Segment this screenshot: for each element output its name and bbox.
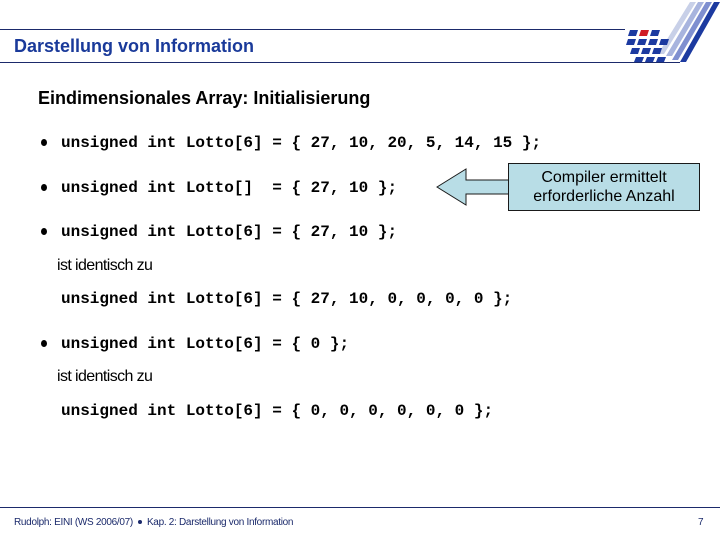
- code-line-3: unsigned int Lotto[6] = { 27, 10 };: [61, 223, 398, 241]
- code-line-1: unsigned int Lotto[6] = { 27, 10, 20, 5,…: [61, 134, 542, 152]
- callout-line-2: erforderliche Anzahl: [533, 188, 675, 205]
- code-line-4: unsigned int Lotto[6] = { 27, 10, 0, 0, …: [61, 290, 513, 308]
- university-logo-icon: [626, 2, 720, 62]
- footer-chapter: Kap. 2: Darstellung von Information: [146, 517, 294, 528]
- left-arrow-icon: [436, 168, 510, 206]
- footer-text: Rudolph: EINI (WS 2006/07) Kap. 2: Darste…: [14, 517, 294, 528]
- equivalence-note-2: ist identisch zu: [57, 368, 153, 385]
- header-top-rule: [0, 29, 625, 30]
- compiler-callout: Compiler ermittelt erforderliche Anzahl: [508, 163, 700, 211]
- code-line-6: unsigned int Lotto[6] = { 0, 0, 0, 0, 0,…: [61, 402, 494, 420]
- slide-subtitle: Eindimensionales Array: Initialisierung: [38, 88, 371, 108]
- logo-grid: [626, 30, 669, 62]
- code-line-2: unsigned int Lotto[] = { 27, 10 };: [61, 179, 398, 197]
- footer-rule: [0, 507, 720, 508]
- bullet-icon: [41, 228, 47, 235]
- slide-header-title: Darstellung von Information: [14, 36, 255, 56]
- equivalence-note-1: ist identisch zu: [57, 257, 153, 274]
- footer-author-course: Rudolph: EINI (WS 2006/07): [14, 517, 133, 528]
- page-number: 7: [698, 517, 704, 528]
- logo-stripes: [658, 2, 720, 62]
- bullet-icon: [41, 139, 47, 146]
- footer-separator-dot: [137, 520, 142, 525]
- bullet-icon: [41, 340, 47, 347]
- bullet-icon: [41, 184, 47, 191]
- callout-line-1: Compiler ermittelt: [541, 169, 667, 186]
- header-bottom-rule: [0, 62, 680, 63]
- code-line-5: unsigned int Lotto[6] = { 0 };: [61, 335, 350, 353]
